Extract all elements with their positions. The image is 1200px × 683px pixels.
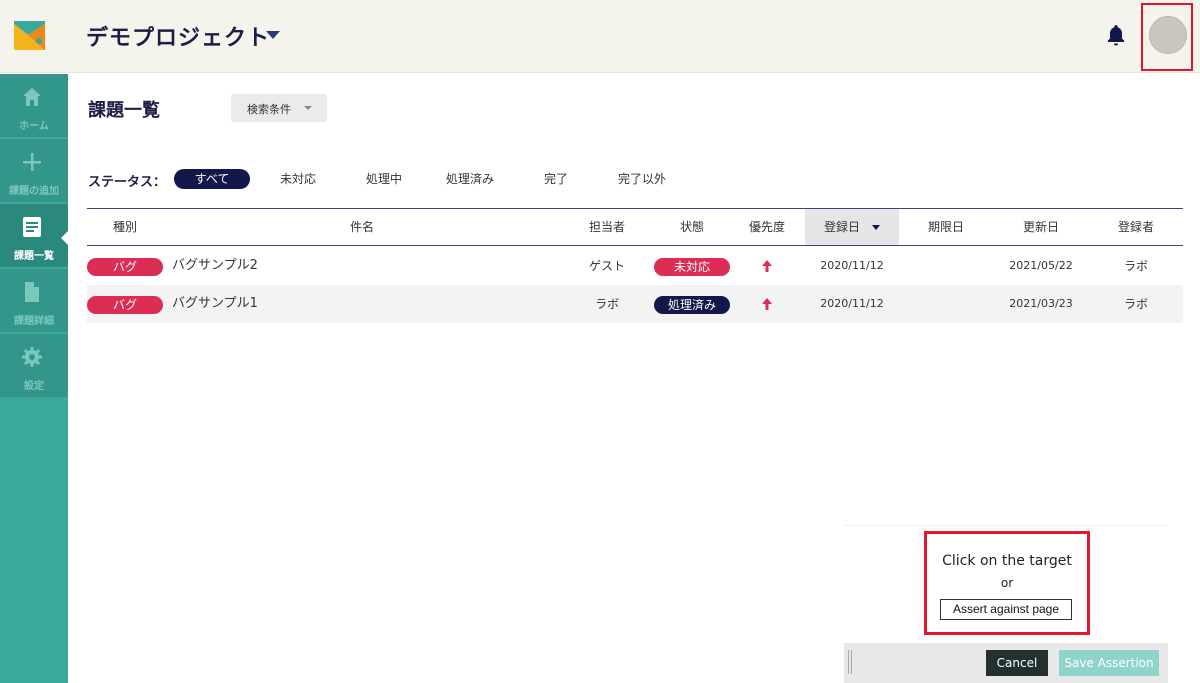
- issue-updated-date: 2021/03/23: [1009, 297, 1073, 310]
- column-header-subject[interactable]: 件名: [172, 209, 552, 245]
- resize-handle[interactable]: [848, 650, 852, 674]
- sidebar: ホーム 課題の追加 課題一覧 課題詳細 設定: [0, 74, 68, 683]
- issue-creator: ラボ: [1123, 259, 1148, 273]
- issue-table-header: 種別 件名 担当者 状態 優先度 登録日 期限日 更新日 登録者: [87, 208, 1183, 246]
- issue-type-badge: バグ: [87, 296, 163, 314]
- page-title: 課題一覧: [88, 100, 160, 121]
- gear-icon: [22, 347, 42, 367]
- status-filter-closed[interactable]: 完了: [530, 169, 582, 189]
- document-icon: [25, 282, 39, 302]
- issue-subject-link[interactable]: バグサンプル1: [172, 285, 258, 323]
- chevron-down-icon: [304, 106, 312, 110]
- status-filter-not-closed[interactable]: 完了以外: [608, 169, 676, 189]
- issue-type-badge: バグ: [87, 258, 163, 276]
- sidebar-item-label: 課題一覧: [14, 251, 54, 262]
- issue-created-date: 2020/11/12: [820, 297, 884, 310]
- column-header-type[interactable]: 種別: [87, 209, 163, 245]
- search-conditions-button[interactable]: 検索条件: [231, 94, 327, 122]
- notification-bell-icon[interactable]: [1106, 24, 1126, 46]
- column-header-assignee[interactable]: 担当者: [577, 209, 637, 245]
- project-dropdown-icon[interactable]: [266, 31, 280, 39]
- sidebar-item-settings[interactable]: 設定: [0, 334, 68, 398]
- issue-assignee: ラボ: [594, 297, 619, 311]
- priority-high-icon: [762, 298, 772, 310]
- sidebar-item-add-issue[interactable]: 課題の追加: [0, 139, 68, 203]
- home-icon: [23, 88, 41, 106]
- issue-subject-link[interactable]: バグサンプル2: [172, 247, 258, 285]
- assertion-prompt: Click on the target: [942, 553, 1072, 569]
- status-filter-all[interactable]: すべて: [174, 169, 250, 189]
- issue-status-badge: 処理済み: [654, 296, 730, 314]
- table-row[interactable]: バグ バグサンプル1 ラボ 処理済み 2020/11/12 2021/03/23…: [87, 285, 1183, 323]
- save-assertion-button[interactable]: Save Assertion: [1059, 650, 1159, 676]
- app-logo[interactable]: [14, 21, 45, 50]
- assert-against-page-button[interactable]: Assert against page: [940, 599, 1072, 620]
- sidebar-item-label: 課題詳細: [14, 316, 54, 327]
- sidebar-item-issue-list[interactable]: 課題一覧: [0, 204, 68, 268]
- sidebar-item-label: ホーム: [19, 121, 49, 132]
- sidebar-item-label: 設定: [24, 381, 44, 392]
- search-conditions-label: 検索条件: [247, 103, 291, 116]
- column-header-status[interactable]: 状態: [662, 209, 722, 245]
- issue-due-date: [916, 285, 976, 323]
- sidebar-item-home[interactable]: ホーム: [0, 74, 68, 138]
- status-filter-in-progress[interactable]: 処理中: [354, 169, 414, 189]
- table-row[interactable]: バグ バグサンプル2 ゲスト 未対応 2020/11/12 2021/05/22…: [87, 247, 1183, 285]
- column-header-priority[interactable]: 優先度: [737, 209, 797, 245]
- issue-due-date: [916, 247, 976, 285]
- user-avatar[interactable]: [1149, 16, 1187, 54]
- column-header-created-label: 登録日: [823, 220, 860, 234]
- status-filter-label: ステータス：: [88, 175, 167, 190]
- status-filter-resolved[interactable]: 処理済み: [438, 169, 502, 189]
- issue-assignee: ゲスト: [588, 259, 625, 273]
- assertion-or-label: or: [1000, 576, 1014, 590]
- issue-creator: ラボ: [1123, 297, 1148, 311]
- list-icon: [23, 217, 41, 237]
- issue-created-date: 2020/11/12: [820, 259, 884, 272]
- column-header-due[interactable]: 期限日: [916, 209, 976, 245]
- active-indicator-arrow: [61, 230, 69, 246]
- column-header-created[interactable]: 登録日: [805, 209, 899, 245]
- plus-icon: [23, 153, 41, 171]
- sidebar-item-label: 課題の追加: [9, 186, 59, 197]
- status-filter-open[interactable]: 未対応: [268, 169, 328, 189]
- issue-updated-date: 2021/05/22: [1009, 259, 1073, 272]
- sort-descending-icon: [872, 225, 880, 230]
- project-title[interactable]: デモプロジェクト: [86, 20, 270, 52]
- priority-high-icon: [762, 260, 772, 272]
- sidebar-item-issue-detail[interactable]: 課題詳細: [0, 269, 68, 333]
- cancel-button[interactable]: Cancel: [986, 650, 1048, 676]
- issue-status-badge: 未対応: [654, 258, 730, 276]
- column-header-creator[interactable]: 登録者: [1106, 209, 1166, 245]
- column-header-updated[interactable]: 更新日: [1011, 209, 1071, 245]
- top-header: デモプロジェクト: [0, 0, 1200, 73]
